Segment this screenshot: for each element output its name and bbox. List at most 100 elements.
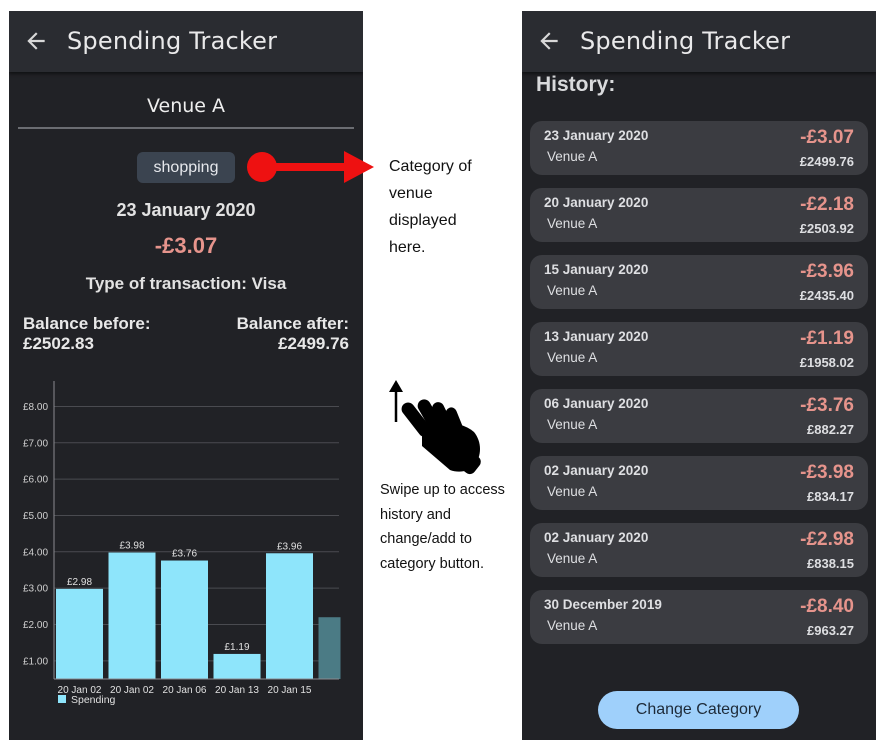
history-amount: -£8.40 (800, 596, 854, 617)
history-amount: -£3.07 (800, 127, 854, 148)
history-date: 23 January 2020 (544, 128, 649, 143)
history-balance: £963.27 (807, 623, 854, 638)
y-tick-label: £5.00 (23, 511, 48, 522)
history-venue: Venue A (547, 350, 598, 365)
arrow-left-icon[interactable] (23, 28, 49, 54)
category-chip[interactable]: shopping (137, 152, 235, 183)
bar-data-label: £3.76 (172, 549, 197, 560)
legend-label: Spending (71, 694, 116, 706)
category-annotation: Category of venue displayed here. (389, 153, 509, 261)
history-card[interactable]: 06 January 2020 Venue A -£3.76 £882.27 (530, 389, 868, 443)
history-balance: £2503.92 (799, 221, 854, 236)
history-amount: -£3.96 (800, 261, 854, 282)
history-venue: Venue A (547, 484, 598, 499)
history-amount: -£2.98 (800, 529, 854, 550)
annotation-line: change/add to (380, 531, 472, 547)
y-tick-label: £6.00 (23, 475, 48, 486)
history-card[interactable]: 13 January 2020 Venue A -£1.19 £1958.02 (530, 322, 868, 376)
x-tick-label: 20 Jan 02 (110, 685, 154, 696)
balance-before: Balance before: £2502.83 (23, 314, 151, 354)
history-date: 30 December 2019 (544, 597, 662, 612)
chart-bar (108, 552, 156, 679)
history-date: 15 January 2020 (544, 262, 649, 277)
history-balance: £834.17 (807, 489, 854, 504)
history-venue: Venue A (547, 216, 598, 231)
history-date: 06 January 2020 (544, 396, 649, 411)
history-venue: Venue A (547, 283, 598, 298)
balance-after-label: Balance after: (236, 314, 349, 333)
swipe-up-hand-icon (389, 380, 481, 475)
history-date: 20 January 2020 (544, 195, 649, 210)
app-bar: Spending Tracker (522, 11, 876, 72)
y-tick-label: £1.00 (23, 656, 48, 667)
chart-bar (161, 560, 208, 679)
app-bar: Spending Tracker (9, 11, 363, 72)
annotation-line: history and (380, 506, 451, 523)
history-card[interactable]: 02 January 2020 Venue A -£2.98 £838.15 (530, 523, 868, 577)
history-card[interactable]: 02 January 2020 Venue A -£3.98 £834.17 (530, 456, 868, 510)
transaction-type: Type of transaction: Visa (85, 274, 287, 293)
history-card[interactable]: 30 December 2019 Venue A -£8.40 £963.27 (530, 590, 868, 644)
history-title: History: (536, 73, 616, 96)
bar-data-label: £2.98 (67, 577, 92, 588)
history-amount: -£3.76 (800, 395, 854, 416)
history-date: 02 January 2020 (544, 463, 649, 478)
transaction-amount: -£3.07 (154, 233, 218, 258)
app-title: Spending Tracker (580, 27, 791, 55)
chart-bar (213, 653, 261, 679)
legend-swatch (58, 695, 66, 703)
bar-data-label: £3.96 (277, 541, 302, 552)
annotation-line: here. (389, 239, 426, 256)
history-balance: £838.15 (807, 556, 854, 571)
history-card[interactable]: 20 January 2020 Venue A -£2.18 £2503.92 (530, 188, 868, 242)
bar-data-label: £1.19 (224, 642, 249, 653)
history-amount: -£1.19 (800, 328, 854, 349)
x-tick-label: 20 Jan 06 (163, 685, 207, 696)
balance-before-label: Balance before: (23, 314, 151, 333)
annotation-line: Swipe up to access (380, 482, 505, 498)
x-tick-label: 20 Jan 15 (268, 685, 312, 696)
history-balance: £2499.76 (799, 154, 854, 169)
y-tick-label: £4.00 (23, 547, 48, 558)
bar-data-label: £3.98 (119, 541, 144, 552)
y-tick-label: £8.00 (23, 402, 48, 413)
balance-after: Balance after: £2499.76 (237, 314, 349, 354)
annotation-line: category button. (380, 555, 484, 572)
history-venue: Venue A (547, 149, 598, 164)
history-card[interactable]: 23 January 2020 Venue A -£3.07 £2499.76 (530, 121, 868, 175)
history-balance: £1958.02 (799, 355, 854, 370)
venue-name: Venue A (146, 95, 226, 117)
history-card[interactable]: 15 January 2020 Venue A -£3.96 £2435.40 (530, 255, 868, 309)
history-balance: £882.27 (807, 422, 854, 437)
balance-before-value: £2502.83 (23, 334, 94, 353)
y-tick-label: £3.00 (23, 584, 48, 595)
chart-bar (266, 553, 313, 679)
arrow-shaft (262, 163, 346, 171)
annotation-line: Category of (389, 158, 472, 175)
y-tick-label: £7.00 (23, 438, 48, 449)
balance-after-value: £2499.76 (278, 334, 349, 353)
y-tick-label: £2.00 (23, 620, 48, 631)
history-venue: Venue A (547, 618, 598, 633)
annotation-line: displayed (389, 212, 457, 229)
annotation-arrow (247, 151, 374, 183)
divider (18, 127, 354, 129)
x-tick-label: 20 Jan 13 (215, 685, 259, 696)
history-date: 02 January 2020 (544, 530, 649, 545)
history-date: 13 January 2020 (544, 329, 649, 344)
change-category-button[interactable]: Change Category (598, 691, 799, 729)
transaction-detail-screen: Spending Tracker Venue A shopping 23 Jan… (9, 11, 363, 740)
transaction-date: 23 January 2020 (116, 200, 256, 220)
history-balance: £2435.40 (799, 288, 854, 303)
swipe-annotation: Swipe up to access history and change/ad… (380, 478, 530, 576)
chart-bar (318, 617, 341, 679)
history-amount: -£3.98 (800, 462, 854, 483)
spending-bar-chart[interactable]: £1.00 £2.00 £3.00 £4.00 £5.00 £6.00 £7.00 £8.00… (9, 373, 363, 718)
arrow-head (344, 151, 374, 183)
history-amount: -£2.18 (800, 194, 854, 215)
arrow-left-icon[interactable] (536, 28, 562, 54)
history-venue: Venue A (547, 417, 598, 432)
app-title: Spending Tracker (67, 27, 278, 55)
history-screen: Spending Tracker History: 23 January 202… (522, 11, 876, 740)
annotation-line: venue (389, 185, 433, 202)
